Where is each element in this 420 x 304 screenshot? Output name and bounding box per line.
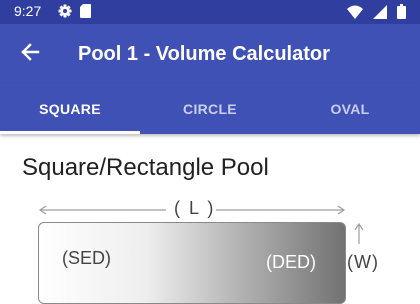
gear-icon <box>58 4 72 23</box>
arrow-back-icon <box>20 42 40 67</box>
status-left-icons <box>58 4 91 23</box>
tab-square[interactable]: SQUARE <box>0 84 140 134</box>
pool-diagram: ( L ) (SED) (DED) (W) <box>0 134 420 304</box>
status-time: 9:27 <box>14 3 42 19</box>
length-label: ( L ) <box>174 198 216 218</box>
tab-oval[interactable]: OVAL <box>280 84 420 134</box>
status-bar: 9:27 <box>0 0 420 24</box>
deep-end-label: (DED) <box>266 252 316 272</box>
app-bar: Pool 1 - Volume Calculator <box>0 24 420 84</box>
shallow-end-label: (SED) <box>62 248 111 268</box>
back-button[interactable] <box>14 38 46 70</box>
page-title: Pool 1 - Volume Calculator <box>78 43 330 65</box>
tab-circle[interactable]: CIRCLE <box>140 84 280 134</box>
sd-card-icon <box>80 4 91 23</box>
status-right-icons <box>347 4 406 24</box>
signal-icon <box>373 4 387 24</box>
width-label: (W) <box>347 252 379 272</box>
tab-bar: SQUARE CIRCLE OVAL <box>0 84 420 134</box>
wifi-icon <box>347 5 363 24</box>
battery-icon <box>397 4 406 24</box>
